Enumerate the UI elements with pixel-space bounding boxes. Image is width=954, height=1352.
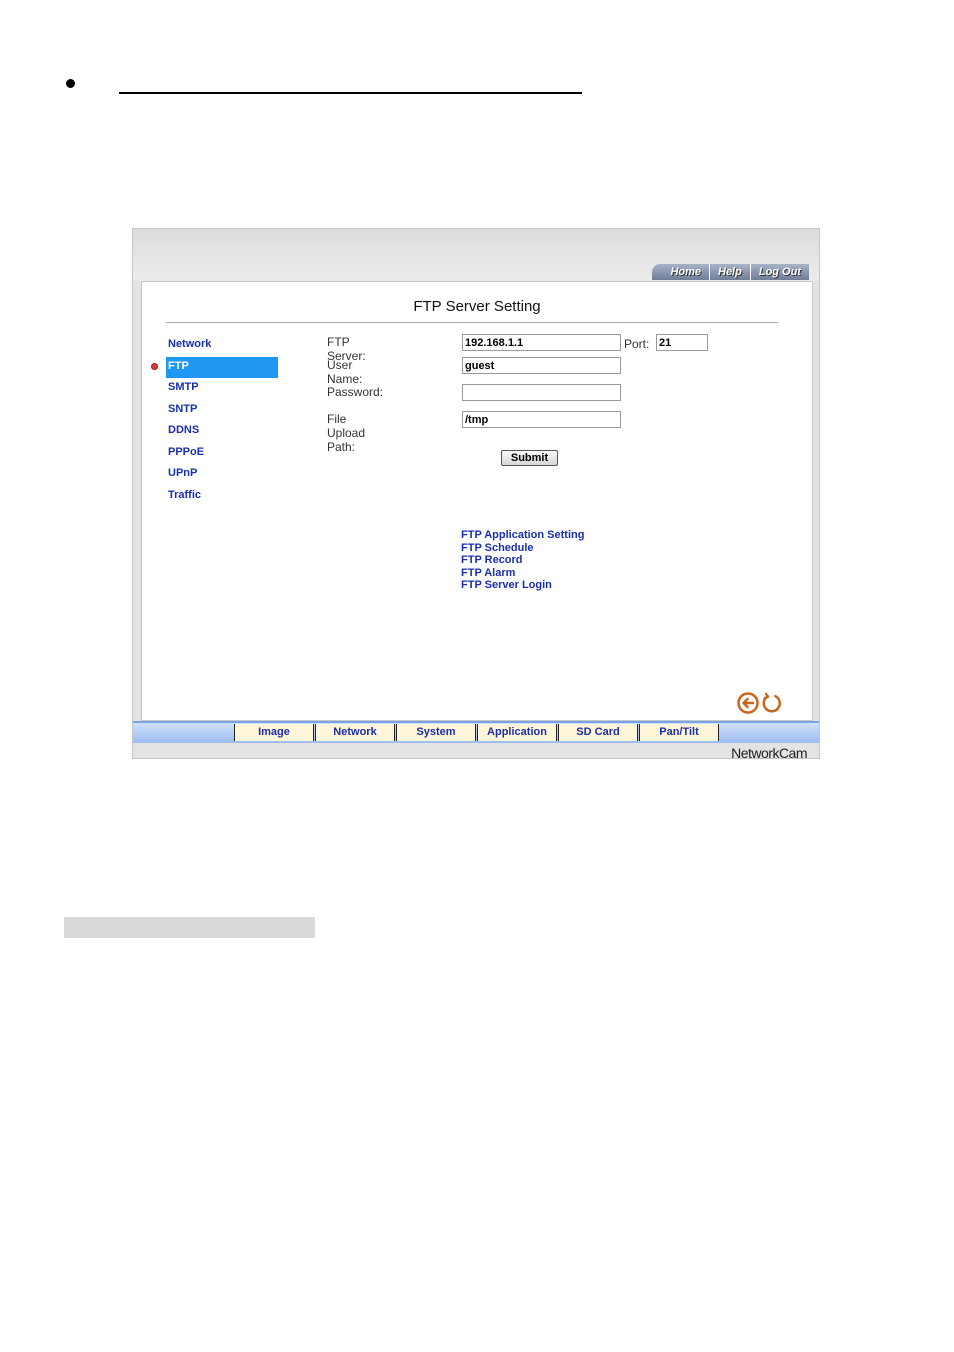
- password-input[interactable]: [462, 384, 621, 401]
- ftp-record-link[interactable]: FTP Record: [461, 554, 584, 567]
- tab-pan-tilt[interactable]: Pan/Tilt: [639, 724, 719, 741]
- nav-icons: [737, 692, 783, 714]
- sidebar-item-smtp[interactable]: SMTP: [166, 378, 278, 400]
- active-dot-icon: [151, 362, 158, 370]
- password-label: Password:: [327, 385, 384, 399]
- ftp-schedule-link[interactable]: FTP Schedule: [461, 542, 584, 555]
- tab-image[interactable]: Image: [234, 724, 314, 741]
- refresh-icon[interactable]: [761, 692, 783, 714]
- sidebar-item-network[interactable]: Network: [166, 335, 278, 357]
- user-name-input[interactable]: [462, 357, 621, 374]
- home-link[interactable]: Home: [652, 264, 709, 280]
- submit-button[interactable]: Submit: [501, 450, 558, 466]
- ftp-links: FTP Application Setting FTP Schedule FTP…: [461, 529, 584, 592]
- sidebar-item-label: FTP: [168, 359, 189, 372]
- brand-label: NetworkCam: [731, 745, 807, 759]
- content-panel: FTP Server Setting Network FTP SMTP SNTP…: [141, 281, 813, 721]
- ftp-application-setting-link[interactable]: FTP Application Setting: [461, 529, 584, 542]
- redacted-bar: [64, 917, 315, 938]
- logout-link[interactable]: Log Out: [749, 264, 809, 280]
- tab-sd-card[interactable]: SD Card: [558, 724, 638, 741]
- ftp-server-login-link[interactable]: FTP Server Login: [461, 579, 584, 592]
- networkcam-screenshot: Home Help Log Out FTP Server Setting Net…: [132, 228, 820, 759]
- heading-underline: [119, 92, 582, 94]
- port-label: Port:: [624, 337, 650, 351]
- tab-application[interactable]: Application: [477, 724, 557, 741]
- bottom-tabs: Image Network System Application SD Card…: [234, 724, 720, 741]
- sidebar-item-ftp[interactable]: FTP: [151, 356, 278, 378]
- top-links: Home Help Log Out: [652, 264, 809, 280]
- ftp-alarm-link[interactable]: FTP Alarm: [461, 567, 584, 580]
- sidebar-item-ddns[interactable]: DDNS: [166, 421, 278, 443]
- tab-system[interactable]: System: [396, 724, 476, 741]
- sidebar-item-sntp[interactable]: SNTP: [166, 400, 278, 422]
- sidebar-item-upnp[interactable]: UPnP: [166, 464, 278, 486]
- page-title: FTP Server Setting: [413, 298, 541, 315]
- back-arrow-icon[interactable]: [737, 692, 759, 714]
- port-input[interactable]: [656, 334, 708, 351]
- help-link[interactable]: Help: [709, 264, 750, 280]
- user-name-label: User Name:: [327, 358, 363, 386]
- sidebar-item-traffic[interactable]: Traffic: [166, 486, 278, 508]
- upload-path-input[interactable]: [462, 411, 621, 428]
- ftp-server-input[interactable]: [462, 334, 621, 351]
- upload-path-label: File Upload Path:: [327, 412, 366, 454]
- sidebar: Network FTP SMTP SNTP DDNS PPPoE UPnP Tr…: [151, 335, 278, 508]
- bullet-icon: [66, 79, 75, 88]
- sidebar-item-pppoe[interactable]: PPPoE: [166, 443, 278, 465]
- title-divider: [166, 322, 778, 323]
- tab-network[interactable]: Network: [315, 724, 395, 741]
